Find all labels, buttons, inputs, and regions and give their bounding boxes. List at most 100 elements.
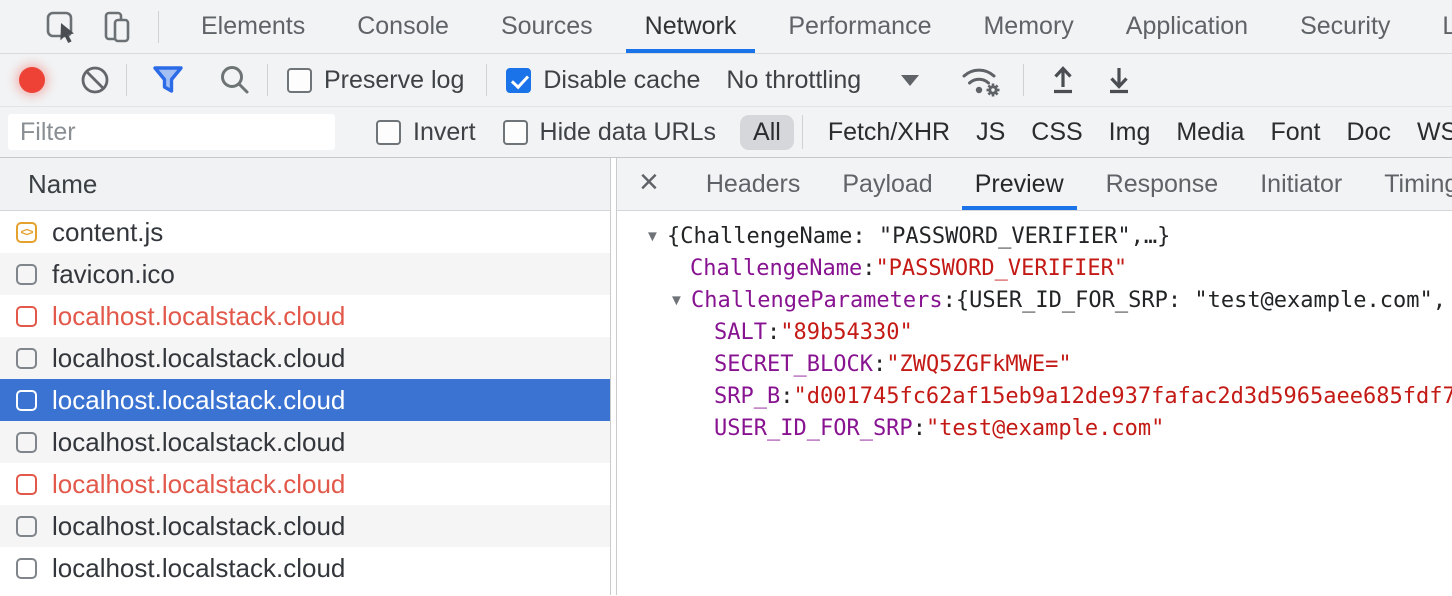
tab-lighthouse[interactable]: Lighthouse [1416, 0, 1452, 53]
tab-sources[interactable]: Sources [475, 0, 619, 53]
disable-cache-label[interactable]: Disable cache [543, 66, 700, 95]
json-plain-segment: : [767, 317, 780, 349]
request-row[interactable]: localhost.localstack.cloud [0, 463, 610, 505]
tabbar-icons [0, 0, 161, 53]
json-string-segment: "89b54330" [780, 317, 912, 349]
detail-tab-timing[interactable]: Timing [1363, 158, 1452, 210]
filter-type-font[interactable]: Font [1257, 115, 1333, 150]
json-string-segment: "PASSWORD_VERIFIER" [875, 253, 1127, 285]
detail-tab-response[interactable]: Response [1085, 158, 1240, 210]
document-file-icon [16, 474, 37, 495]
chevron-down-icon [901, 75, 919, 86]
record-network-log-icon[interactable] [19, 67, 45, 93]
document-file-icon [16, 558, 37, 579]
tab-elements[interactable]: Elements [175, 0, 331, 53]
hide-data-urls-group: Hide data URLs [503, 118, 716, 147]
filter-type-media[interactable]: Media [1163, 115, 1257, 150]
json-key-segment: USER_ID_FOR_SRP [714, 413, 913, 445]
detail-tab-payload[interactable]: Payload [821, 158, 953, 210]
preview-tree-line: SALT: "89b54330" [617, 317, 1452, 349]
detail-tab-preview[interactable]: Preview [954, 158, 1085, 210]
request-name: content.js [52, 217, 163, 248]
expand-arrow-icon[interactable]: ▼ [645, 221, 667, 253]
request-row[interactable]: favicon.ico [0, 253, 610, 295]
preserve-log-checkbox[interactable] [287, 68, 312, 93]
filter-icon[interactable] [150, 64, 186, 96]
close-detail-icon[interactable]: × [617, 158, 671, 210]
import-har-icon[interactable] [1047, 63, 1079, 97]
inspect-element-icon[interactable] [44, 9, 80, 45]
json-key-segment: SRP_B [714, 381, 780, 413]
request-name: localhost.localstack.cloud [52, 301, 345, 332]
script-file-icon: <> [16, 222, 37, 243]
filter-type-ws[interactable]: WS [1404, 115, 1452, 150]
filter-bar: Invert Hide data URLs All Fetch/XHRJSCSSI… [0, 107, 1452, 158]
filter-type-fetch-xhr[interactable]: Fetch/XHR [815, 115, 963, 150]
json-string-segment: "ZWQ5ZGFkMWE=" [886, 349, 1071, 381]
request-detail-panel: × HeadersPayloadPreviewResponseInitiator… [616, 158, 1452, 595]
detail-tab-initiator[interactable]: Initiator [1239, 158, 1363, 210]
json-plain-segment: {USER_ID_FOR_SRP: "test@example.com", [956, 285, 1446, 317]
json-string-segment: "test@example.com" [926, 413, 1164, 445]
preview-tree-line[interactable]: ▼{ChallengeName: "PASSWORD_VERIFIER",…} [617, 221, 1452, 253]
request-row[interactable]: localhost.localstack.cloud [0, 295, 610, 337]
invert-checkbox[interactable] [376, 120, 401, 145]
request-row[interactable]: localhost.localstack.cloud [0, 505, 610, 547]
preview-tree-line: ChallengeName: "PASSWORD_VERIFIER" [617, 253, 1452, 285]
network-conditions-icon[interactable] [957, 62, 1003, 98]
devtools-tabbar: ElementsConsoleSourcesNetworkPerformance… [0, 0, 1452, 54]
tab-console[interactable]: Console [331, 0, 475, 53]
request-list-panel: Name <> content.js favicon.ico localhost.lo… [0, 158, 611, 595]
json-plain-segment: : [780, 381, 793, 413]
invert-label[interactable]: Invert [413, 118, 476, 147]
filter-type-css[interactable]: CSS [1018, 115, 1095, 150]
detail-tab-headers[interactable]: Headers [685, 158, 822, 210]
tab-network[interactable]: Network [619, 0, 763, 53]
preserve-log-label[interactable]: Preserve log [324, 66, 464, 95]
expand-arrow-icon[interactable]: ▼ [669, 285, 691, 317]
request-row[interactable]: localhost.localstack.cloud [0, 337, 610, 379]
detail-tabbar: × HeadersPayloadPreviewResponseInitiator… [617, 158, 1452, 211]
request-name: localhost.localstack.cloud [52, 469, 345, 500]
tab-security[interactable]: Security [1274, 0, 1416, 53]
invert-group: Invert [376, 118, 476, 147]
tab-performance[interactable]: Performance [762, 0, 957, 53]
preview-json-tree: ▼{ChallengeName: "PASSWORD_VERIFIER",…}C… [617, 211, 1452, 445]
request-row[interactable]: localhost.localstack.cloud [0, 421, 610, 463]
filter-type-all[interactable]: All [740, 115, 794, 150]
document-file-icon [16, 348, 37, 369]
preview-tree-line[interactable]: ▼ChallengeParameters: {USER_ID_FOR_SRP: … [617, 285, 1452, 317]
request-row[interactable]: localhost.localstack.cloud [0, 547, 610, 589]
tab-memory[interactable]: Memory [957, 0, 1099, 53]
filter-input[interactable] [8, 114, 335, 150]
network-toolbar: Preserve log Disable cache No throttling [0, 54, 1452, 107]
request-name: localhost.localstack.cloud [52, 385, 345, 416]
json-plain-segment: : [862, 253, 875, 285]
hide-data-urls-checkbox[interactable] [503, 120, 528, 145]
export-har-icon[interactable] [1103, 63, 1135, 97]
request-name: localhost.localstack.cloud [52, 511, 345, 542]
preserve-log-group: Preserve log [287, 66, 464, 95]
clear-network-log-icon[interactable] [79, 64, 111, 96]
document-file-icon [16, 264, 37, 285]
tab-application[interactable]: Application [1100, 0, 1274, 53]
request-row[interactable]: localhost.localstack.cloud [0, 379, 610, 421]
preview-tree-line: SRP_B: "d001745fc62af15eb9a12de937fafac2… [617, 381, 1452, 413]
filter-type-img[interactable]: Img [1096, 115, 1164, 150]
hide-data-urls-label[interactable]: Hide data URLs [540, 118, 716, 147]
filter-type-js[interactable]: JS [963, 115, 1018, 150]
throttling-select[interactable]: No throttling [726, 66, 919, 95]
disable-cache-checkbox[interactable] [506, 68, 531, 93]
device-toolbar-icon[interactable] [100, 9, 138, 45]
search-icon[interactable] [218, 63, 252, 97]
json-key-segment: ChallengeName [690, 253, 862, 285]
request-row[interactable]: <> content.js [0, 211, 610, 253]
name-column-header[interactable]: Name [0, 158, 610, 211]
preview-tree-line: SECRET_BLOCK: "ZWQ5ZGFkMWE=" [617, 349, 1452, 381]
request-name: localhost.localstack.cloud [52, 343, 345, 374]
network-main-area: Name <> content.js favicon.ico localhost.lo… [0, 158, 1452, 595]
filter-type-doc[interactable]: Doc [1333, 115, 1403, 150]
request-name: favicon.ico [52, 259, 175, 290]
request-name: localhost.localstack.cloud [52, 553, 345, 584]
request-name: localhost.localstack.cloud [52, 427, 345, 458]
